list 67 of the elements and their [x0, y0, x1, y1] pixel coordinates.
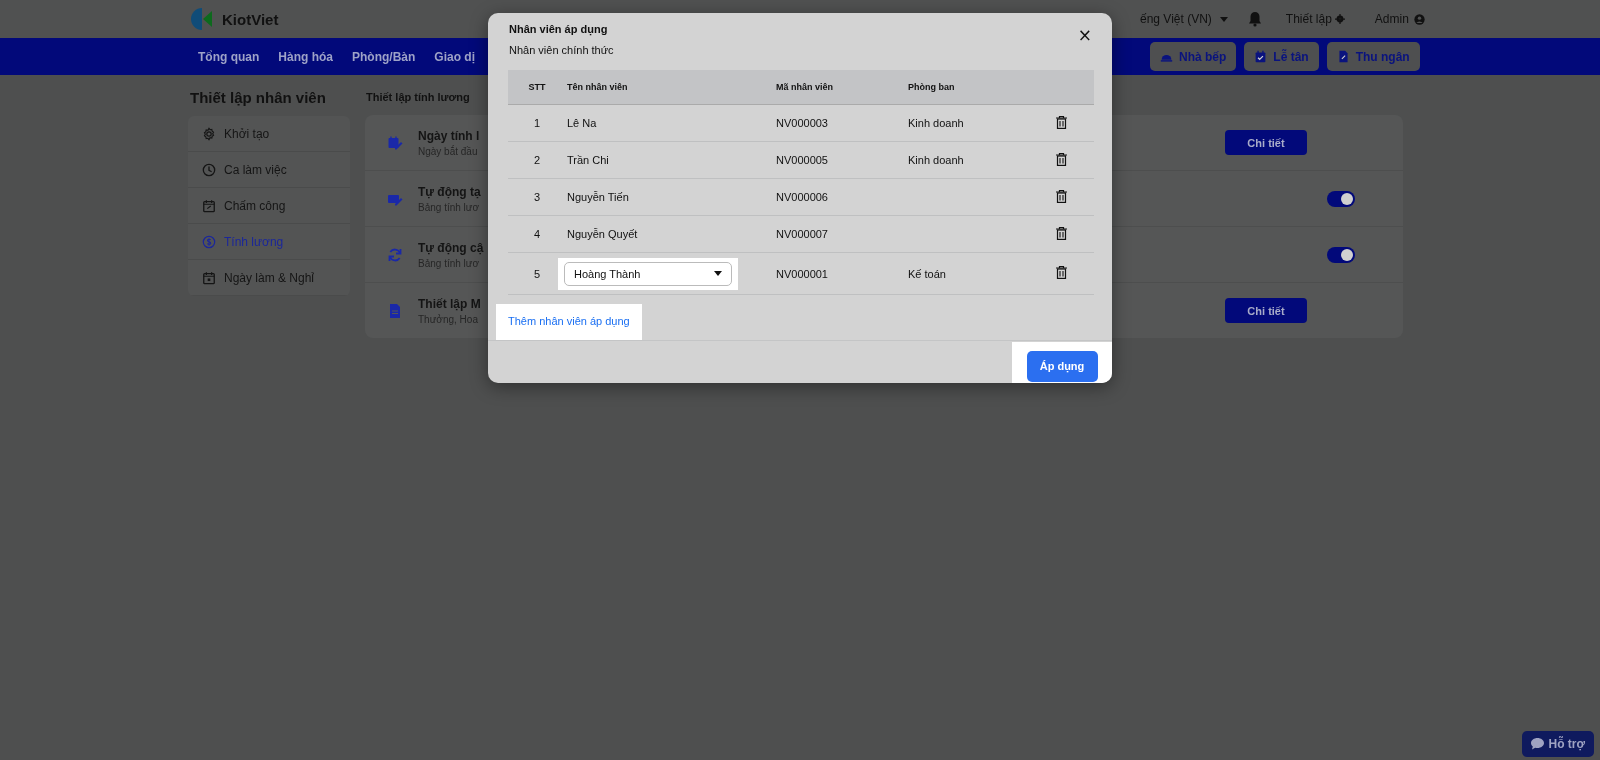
- sidebar-title: Thiết lập nhân viên: [190, 89, 327, 106]
- nav-tab[interactable]: Hàng hóa: [278, 49, 333, 64]
- toggle-switch[interactable]: [1327, 246, 1355, 263]
- user-menu[interactable]: Admin: [1374, 12, 1409, 26]
- section-title: Thiết lập tính lương: [366, 91, 471, 103]
- clock-icon: [202, 162, 216, 177]
- table-cell: 2: [533, 154, 541, 167]
- gear-icon: [202, 126, 216, 141]
- table-cell: NV000003: [776, 117, 828, 130]
- setting-title: Tự động tạ: [418, 184, 481, 199]
- trash-icon[interactable]: [1056, 152, 1067, 166]
- table-cell: Kinh doanh: [908, 117, 964, 130]
- language-selector[interactable]: ếng Việt (VN): [1140, 12, 1212, 26]
- table-cell: Kinh doanh: [908, 154, 964, 167]
- table-cell: NV000001: [776, 267, 828, 280]
- chat-icon: [1531, 738, 1545, 750]
- table-cell: Nguyễn Quyết: [567, 228, 638, 241]
- trash-icon[interactable]: [1056, 226, 1067, 240]
- column-header: STT: [508, 70, 566, 105]
- table-cell: NV000007: [776, 228, 828, 241]
- table-cell: 1: [533, 117, 541, 130]
- sidebar-item[interactable]: Chấm công: [188, 188, 350, 224]
- table-cell: NV000006: [776, 191, 828, 204]
- sidebar-item[interactable]: Ngày làm & Nghỉ: [188, 260, 350, 296]
- table-cell: Lê Na: [567, 117, 597, 130]
- trash-icon[interactable]: [1056, 266, 1067, 280]
- document-icon: [387, 302, 403, 319]
- column-header: Mã nhân viên: [775, 70, 907, 105]
- apply-button[interactable]: Áp dụng: [1026, 350, 1098, 382]
- setting-title: Thiết lập M: [418, 296, 481, 311]
- nav-tab[interactable]: Giao dị: [434, 49, 475, 64]
- column-header: Phòng ban: [907, 70, 1029, 105]
- dollar-icon: [202, 234, 216, 249]
- logo-text: KiotViet: [222, 10, 279, 28]
- dialog-subtitle: Nhân viên chính thức: [509, 44, 615, 56]
- calendar-edit-icon: [387, 134, 403, 151]
- column-header: Tên nhân viên: [566, 70, 775, 105]
- table-cell: 3: [533, 191, 541, 204]
- detail-button[interactable]: Chi tiết: [1225, 298, 1307, 323]
- table-cell: Kế toán: [908, 267, 946, 280]
- table-cell: Nguyễn Tiến: [567, 191, 629, 204]
- add-employee-link[interactable]: Thêm nhân viên áp dụng: [496, 304, 642, 341]
- table-cell: 4: [533, 228, 541, 241]
- sidebar-item[interactable]: Khởi tạo: [188, 116, 350, 152]
- setting-title: Tự động cậ: [418, 240, 484, 255]
- cashier-icon: [1336, 50, 1350, 63]
- toggle-switch[interactable]: [1327, 190, 1355, 207]
- table-cell: Trần Chi: [567, 154, 609, 167]
- reception-icon: [1254, 50, 1268, 63]
- detail-button[interactable]: Chi tiết: [1225, 130, 1307, 155]
- trash-icon[interactable]: [1056, 115, 1067, 129]
- sync-icon: [387, 246, 403, 263]
- employee-dropdown[interactable]: Hoàng Thành: [564, 261, 732, 286]
- caret-icon[interactable]: [714, 271, 722, 277]
- calendar-icon: [202, 270, 216, 285]
- table-cell: NV000005: [776, 154, 828, 167]
- calendar-icon: [202, 198, 216, 213]
- settings-link[interactable]: Thiết lập: [1285, 12, 1332, 26]
- nav-tab[interactable]: Phòng/Bàn: [352, 49, 416, 64]
- setting-title: Ngày tính l: [418, 128, 480, 143]
- sidebar-item[interactable]: Ca làm việc: [188, 152, 350, 188]
- table-cell: 5: [533, 267, 541, 280]
- dialog-title: Nhân viên áp dụng: [509, 23, 609, 35]
- help-button[interactable]: Hỗ trợ: [1522, 731, 1594, 757]
- trash-icon[interactable]: [1056, 189, 1067, 203]
- close-button[interactable]: ×: [1075, 27, 1094, 44]
- nav-tab[interactable]: Tổng quan: [198, 49, 260, 64]
